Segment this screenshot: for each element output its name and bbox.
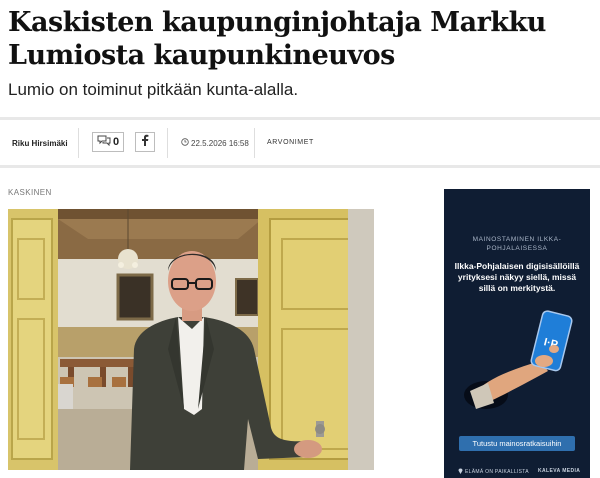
ad-cta-button[interactable]: Tutustu mainosratkaisuihin [459,436,575,451]
publish-date: 22.5.2026 16:58 [181,138,249,148]
meta-divider [167,128,168,158]
ad-footer-slogan: ELÄMÄ ON PAIKALLISTA [465,469,529,475]
meta-divider [78,128,79,158]
facebook-share-button[interactable] [135,132,155,152]
divider-bottom [0,165,600,168]
article-photo[interactable] [8,209,374,470]
facebook-icon [141,133,149,151]
hand-holding-phone-illustration: I·P [444,299,590,439]
location-pin-icon [458,468,463,476]
clock-icon [181,138,189,148]
meta-divider [254,128,255,158]
ad-overline: MAINOSTAMINEN ILKKA-POHJALAISESSA [472,236,562,252]
speech-bubble-icon [97,135,111,149]
comments-button[interactable]: 0 [92,132,124,152]
topic-tag[interactable]: ARVONIMET [267,139,314,146]
article-meta-bar: Riku Hirsimäki 0 22.5.2026 16:58 ARVONIM… [0,120,600,165]
advertisement-banner[interactable]: MAINOSTAMINEN ILKKA-POHJALAISESSA Ilkka-… [444,189,590,478]
ad-footer-left: ELÄMÄ ON PAIKALLISTA [458,468,529,476]
article-lead: Lumio on toiminut pitkään kunta-alalla. [8,80,299,99]
section-label[interactable]: KASKINEN [8,188,52,197]
article-headline: Kaskisten kaupunginjohtaja Markku Lumios… [8,7,546,71]
author-name[interactable]: Riku Hirsimäki [12,139,68,148]
ad-body-text: Ilkka-Pohjalaisen digisisällöillä yrityk… [454,261,580,293]
ad-footer-brand: KALEVA MEDIA [538,468,581,474]
comment-count: 0 [112,136,120,148]
publish-date-text: 22.5.2026 16:58 [191,138,249,148]
